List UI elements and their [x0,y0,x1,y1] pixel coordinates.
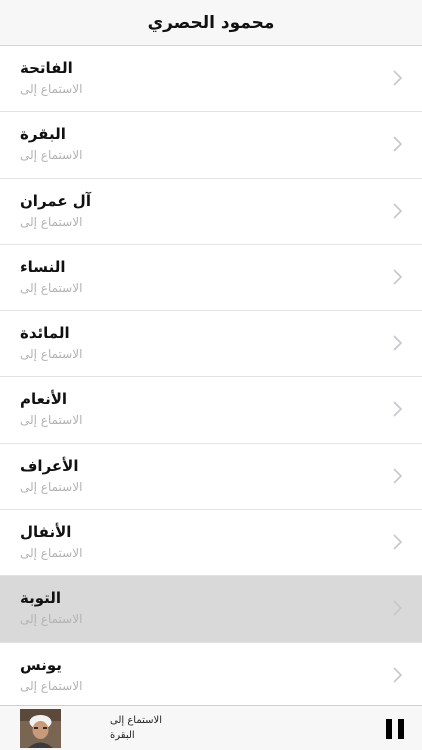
chevron-right-icon [393,335,402,351]
list-item[interactable]: البقرة الاستماع إلى [0,112,422,179]
list-item[interactable]: الأنعام الاستماع إلى [0,377,422,444]
list-item[interactable]: الأعراف الاستماع إلى [0,443,422,511]
now-playing-title: الاستماع إلى [110,715,163,726]
surah-subtitle: الاستماع إلى [20,612,83,627]
pause-icon-bar [398,719,404,739]
list-item[interactable]: الأنفال الاستماع إلى [0,510,422,577]
now-playing-subtitle: البقرة [110,730,135,741]
app-window: محمود الحصري الفاتحة الاستماع إلى البقرة… [0,0,422,750]
surah-subtitle: الاستماع إلى [20,678,83,693]
chevron-right-icon [393,269,402,285]
chevron-right-icon [393,600,402,616]
surah-name: النساء [20,257,66,276]
surah-subtitle: الاستماع إلى [20,214,83,229]
surah-subtitle: الاستماع إلى [20,82,83,96]
surah-name: يونس [20,655,62,674]
pause-icon [386,719,392,739]
surah-subtitle: الاستماع إلى [20,347,83,362]
chevron-right-icon [393,203,402,219]
chevron-right-icon [393,401,402,418]
reciter-artwork[interactable] [20,709,61,748]
chevron-right-icon [393,667,402,683]
page-title: محمود الحصري [147,12,275,33]
surah-name: المائدة [20,324,70,343]
surah-name: الأنفال [20,523,72,542]
chevron-right-icon [393,534,402,550]
list-item[interactable]: الفاتحة الاستماع إلى [0,46,422,113]
list-item[interactable]: يونس الاستماع إلى [0,642,422,705]
list-item[interactable]: المائدة الاستماع إلى [0,311,422,378]
surah-subtitle: الاستماع إلى [20,546,83,561]
surah-subtitle: الاستماع إلى [20,413,83,428]
surah-list[interactable]: الفاتحة الاستماع إلى البقرة الاستماع إلى… [0,46,422,705]
chevron-right-icon [393,70,402,86]
surah-subtitle: الاستماع إلى [20,479,83,494]
now-playing-bar[interactable]: الاستماع إلى البقرة [0,705,422,750]
list-item[interactable]: آل عمران الاستماع إلى [0,178,422,245]
pause-button[interactable] [386,719,404,739]
navigation-bar: محمود الحصري [0,0,422,46]
surah-subtitle: الاستماع إلى [20,148,83,163]
surah-name: البقرة [20,125,66,144]
surah-name: الأنعام [20,390,68,409]
surah-name: آل عمران [20,191,91,210]
chevron-right-icon [393,468,402,484]
surah-name: الفاتحة [20,59,73,77]
reciter-portrait-icon [20,709,61,748]
chevron-right-icon [393,136,402,152]
list-item[interactable]: النساء الاستماع إلى [0,244,422,312]
surah-name: التوبة [20,589,62,608]
list-item-selected[interactable]: التوبة الاستماع إلى [0,576,422,643]
surah-subtitle: الاستماع إلى [20,280,83,295]
surah-name: الأعراف [20,456,79,475]
